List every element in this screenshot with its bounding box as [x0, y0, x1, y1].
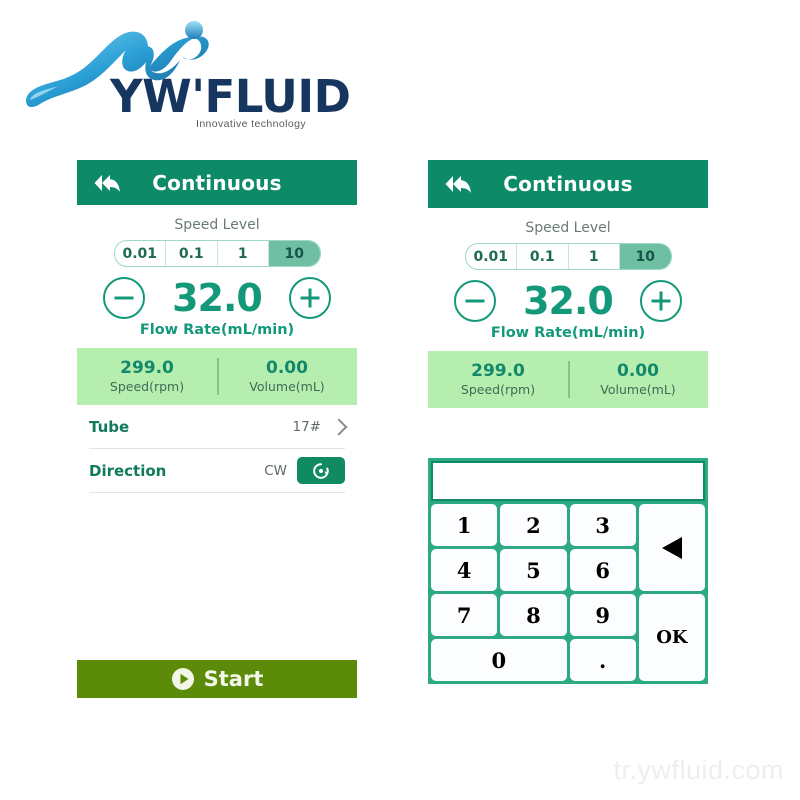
brand-logo: YW'FLUID Innovative technology — [14, 8, 351, 136]
key-ok[interactable]: OK — [638, 594, 705, 681]
plus-circle-icon[interactable] — [289, 277, 331, 319]
stat-volume-value: 0.00 — [617, 361, 659, 382]
speed-level-label: Speed Level — [174, 217, 260, 233]
stat-volume: 0.00 Volume(mL) — [217, 348, 357, 405]
logo-wordmark: YW'FLUID — [110, 70, 351, 123]
speed-option-0.01[interactable]: 0.01 — [115, 241, 166, 266]
tube-label: Tube — [89, 417, 130, 436]
direction-toggle-button[interactable] — [297, 457, 345, 484]
play-circle-icon — [171, 668, 194, 690]
chevron-right-icon[interactable] — [330, 418, 348, 435]
stat-volume-label: Volume(mL) — [249, 378, 325, 394]
key-3[interactable]: 3 — [569, 504, 636, 546]
speed-level-segmented-control[interactable]: 0.01 0.1 1 10 — [464, 243, 672, 270]
key-7[interactable]: 7 — [431, 594, 498, 636]
setting-row-direction[interactable]: Direction CW — [89, 449, 345, 493]
droplet-icon — [185, 21, 203, 39]
flow-rate-caption: Flow Rate(mL/min) — [139, 322, 295, 338]
tube-value: 17# — [292, 418, 322, 435]
start-button[interactable]: Start — [77, 660, 357, 698]
key-2[interactable]: 2 — [500, 504, 567, 546]
stat-speed: 299.0 Speed(rpm) — [428, 351, 568, 408]
plus-circle-icon[interactable] — [640, 280, 682, 322]
keypad-grid: 1 2 3 4 5 6 7 8 9 OK 0 . — [431, 504, 705, 681]
flow-rate-value: 32.0 — [172, 276, 263, 320]
direction-label: Direction — [89, 461, 167, 480]
stat-volume: 0.00 Volume(mL) — [568, 351, 708, 408]
stats-bar: 299.0 Speed(rpm) 0.00 Volume(mL) — [428, 351, 708, 408]
key-8[interactable]: 8 — [500, 594, 567, 636]
speed-option-0.01[interactable]: 0.01 — [466, 244, 517, 269]
stat-volume-value: 0.00 — [266, 358, 308, 379]
device-screen-left: Continuous Speed Level 0.01 0.1 1 10 32.… — [77, 160, 357, 698]
panel-body-left: Speed Level 0.01 0.1 1 10 32.0 Flow Rate… — [77, 205, 357, 698]
site-watermark: tr.ywfluid.com — [613, 755, 784, 785]
backspace-arrow-icon — [661, 536, 682, 559]
key-6[interactable]: 6 — [569, 549, 636, 591]
stat-speed-value: 299.0 — [120, 358, 174, 379]
stats-divider — [217, 358, 219, 395]
stat-speed-value: 299.0 — [471, 361, 525, 382]
key-9[interactable]: 9 — [569, 594, 636, 636]
keypad-display-input[interactable] — [431, 461, 705, 501]
flow-rate-value: 32.0 — [523, 279, 614, 323]
stat-speed-label: Speed(rpm) — [460, 381, 536, 397]
logo-tagline: Innovative technology — [196, 118, 306, 130]
minus-circle-icon[interactable] — [454, 280, 496, 322]
stats-divider — [568, 361, 570, 398]
key-5[interactable]: 5 — [500, 549, 567, 591]
key-backspace[interactable] — [638, 504, 705, 591]
back-arrow-icon[interactable] — [93, 172, 121, 194]
speed-option-10[interactable]: 10 — [620, 244, 671, 269]
speed-option-1[interactable]: 1 — [569, 244, 620, 269]
minus-circle-icon[interactable] — [103, 277, 145, 319]
flow-rate-caption: Flow Rate(mL/min) — [490, 325, 646, 341]
stat-volume-label: Volume(mL) — [600, 381, 676, 397]
direction-value: CW — [264, 462, 287, 479]
panel-header-left: Continuous — [77, 160, 357, 205]
setting-row-tube[interactable]: Tube 17# — [89, 405, 348, 449]
speed-option-0.1[interactable]: 0.1 — [517, 244, 569, 269]
rotate-clockwise-icon — [313, 462, 329, 479]
speed-level-segmented-control[interactable]: 0.01 0.1 1 10 — [113, 240, 321, 267]
key-1[interactable]: 1 — [431, 504, 498, 546]
key-4[interactable]: 4 — [431, 549, 498, 591]
speed-option-1[interactable]: 1 — [218, 241, 269, 266]
device-screen-right: Continuous Speed Level 0.01 0.1 1 10 32.… — [428, 160, 708, 684]
back-arrow-icon[interactable] — [444, 173, 472, 195]
numeric-keypad: 1 2 3 4 5 6 7 8 9 OK 0 . — [428, 458, 708, 684]
panel-body-right: Speed Level 0.01 0.1 1 10 32.0 Flow Rate… — [428, 208, 708, 684]
speed-option-10[interactable]: 10 — [269, 241, 320, 266]
flow-rate-adjuster: 32.0 — [428, 280, 708, 322]
stat-speed-label: Speed(rpm) — [109, 378, 185, 394]
speed-option-0.1[interactable]: 0.1 — [166, 241, 218, 266]
stat-speed: 299.0 Speed(rpm) — [77, 348, 217, 405]
speed-level-label: Speed Level — [525, 220, 611, 236]
flow-rate-adjuster: 32.0 — [77, 277, 357, 319]
start-button-label: Start — [203, 667, 264, 691]
key-decimal[interactable]: . — [569, 639, 636, 681]
panel-header-right: Continuous — [428, 160, 708, 208]
stats-bar: 299.0 Speed(rpm) 0.00 Volume(mL) — [77, 348, 357, 405]
key-0[interactable]: 0 — [431, 639, 567, 681]
